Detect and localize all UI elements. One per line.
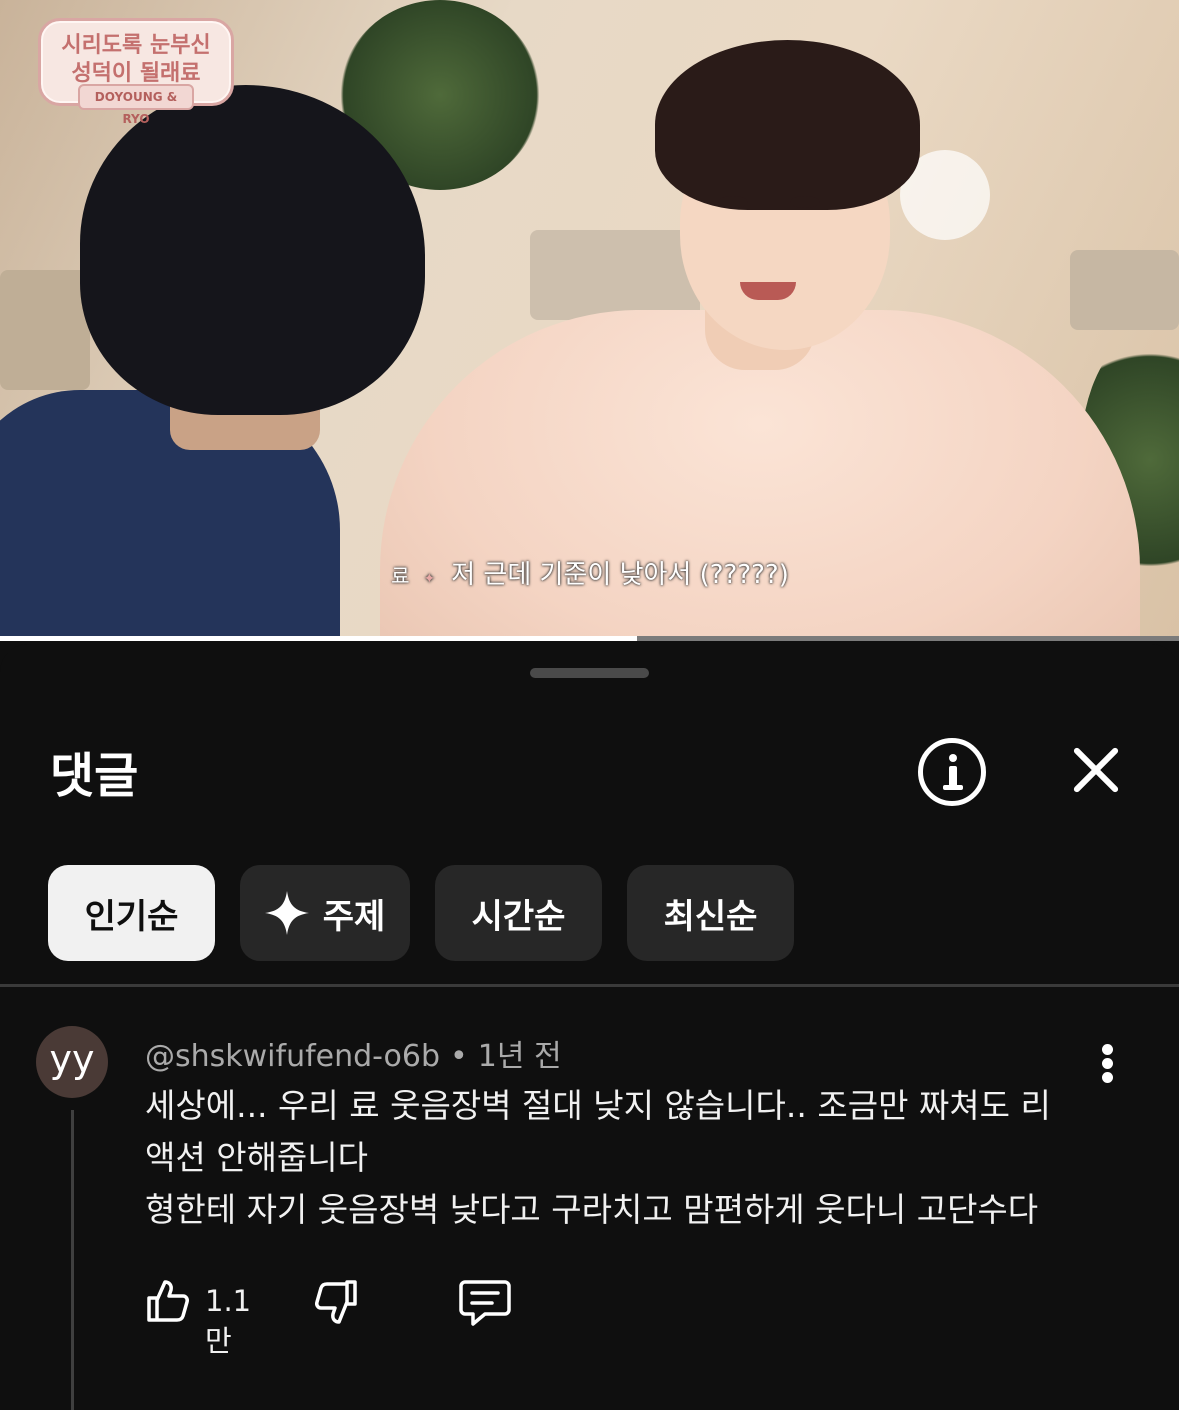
divider [0, 984, 1179, 987]
sort-chip-newest[interactable]: 최신순 [627, 865, 794, 961]
sheet-title: 댓글 [50, 748, 139, 804]
sort-chip-popular[interactable]: 인기순 [48, 865, 215, 961]
sort-chip-topics[interactable]: 주제 [240, 865, 410, 961]
meta-separator: • [450, 1039, 468, 1074]
person-front-hair [655, 40, 920, 210]
thumbs-up-icon[interactable] [145, 1278, 191, 1324]
subtitle-dot-icon: ✦ [423, 571, 436, 587]
background-sofa-right [1070, 250, 1179, 330]
sort-chip-time[interactable]: 시간순 [435, 865, 602, 961]
comment-line: 세상에... 우리 료 웃음장벽 절대 낮지 않습니다.. 조금만 짜쳐도 리 [145, 1086, 1051, 1125]
comment-text: 세상에... 우리 료 웃음장벽 절대 낮지 않습니다.. 조금만 짜쳐도 리 … [145, 1080, 1105, 1236]
comment-line: 액션 안해줍니다 [145, 1138, 369, 1177]
background-shelf [0, 270, 90, 390]
subtitle-text: 저 근데 기준이 낮아서 (?????) [451, 560, 789, 590]
comments-sheet: 댓글 인기순 주제 시간순 최신순 yy @shskwifufend-o6b • 1… [0, 644, 1179, 1410]
chip-label: 최신순 [663, 896, 758, 937]
comment-line: 형한테 자기 웃음장벽 낮다고 구라치고 맘편하게 웃다니 고단수다 [145, 1190, 1039, 1229]
person-eye-right [790, 196, 820, 208]
person-eye-left [718, 196, 748, 208]
like-count: 1.1만 [205, 1284, 252, 1358]
sheet-drag-handle[interactable] [530, 668, 649, 678]
info-icon[interactable] [918, 738, 986, 806]
more-options-icon[interactable] [1100, 1044, 1114, 1084]
video-subtitle: 료 ✦ 저 근데 기준이 낮아서 (?????) [360, 555, 820, 595]
comment-meta: @shskwifufend-o6b • 1년 전 [145, 1031, 562, 1075]
chip-label: 시간순 [471, 896, 566, 937]
thumbs-down-icon[interactable] [313, 1280, 359, 1326]
comment-time: 1년 전 [477, 1039, 562, 1074]
background-sofa [530, 230, 700, 320]
reply-thread-line [71, 1110, 74, 1410]
video-progress-fill [0, 636, 637, 641]
video-progress-bar[interactable] [0, 636, 1179, 641]
comment-author[interactable]: @shskwifufend-o6b [145, 1039, 440, 1074]
subtitle-speaker: 료 [391, 564, 410, 588]
chip-label: 주제 [322, 896, 386, 937]
logo-line2: 성덕이 될래료 [71, 61, 201, 86]
video-player[interactable]: 시리도록 눈부신 성덕이 될래료 DOYOUNG & RYO 료 ✦ 저 근데 기준… [0, 0, 1179, 640]
chip-label: 인기순 [84, 896, 179, 937]
sparkle-icon [264, 891, 309, 935]
logo-subtitle: DOYOUNG & RYO [78, 84, 194, 126]
close-icon[interactable] [1068, 742, 1124, 798]
avatar[interactable]: yy [36, 1026, 108, 1098]
reply-icon[interactable] [459, 1278, 511, 1328]
